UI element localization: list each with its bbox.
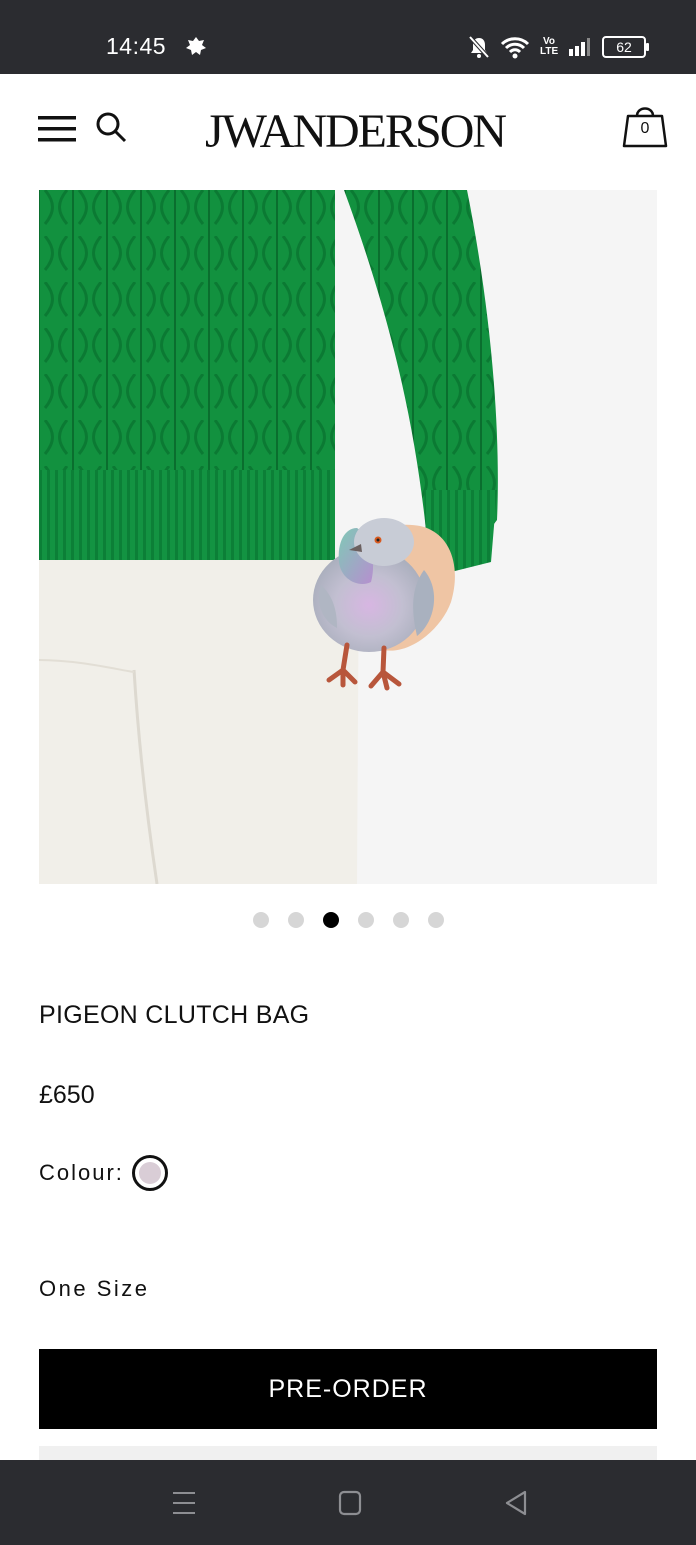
- carousel-dot[interactable]: [287, 912, 304, 928]
- product-name: PIGEON CLUTCH BAG: [39, 1001, 310, 1029]
- menu-icon[interactable]: [38, 114, 78, 144]
- notification-icon: [186, 37, 206, 55]
- carousel-dots: [0, 912, 696, 928]
- site-header: JWANDERSON 0: [0, 74, 696, 190]
- network-type: Vo LTE: [540, 36, 559, 57]
- carousel-dot[interactable]: [252, 912, 269, 928]
- signal-icon: [569, 38, 590, 56]
- product-image[interactable]: [39, 190, 657, 884]
- pre-order-button[interactable]: PRE-ORDER: [39, 1349, 657, 1429]
- mute-icon: [468, 35, 490, 59]
- status-bar: 14:45 Vo LTE 62: [0, 0, 696, 74]
- carousel-dot-active[interactable]: [322, 912, 339, 928]
- battery-icon: 62: [602, 36, 649, 58]
- next-section-strip: [39, 1446, 657, 1460]
- recent-apps-icon[interactable]: [169, 1488, 199, 1518]
- home-icon[interactable]: [335, 1488, 365, 1518]
- status-icons: Vo LTE 62: [468, 33, 649, 61]
- cart-count: 0: [640, 120, 650, 137]
- colour-swatch-fill: [138, 1162, 161, 1184]
- carousel-dot[interactable]: [392, 912, 409, 928]
- carousel-dot[interactable]: [427, 912, 444, 928]
- system-nav-bar: [0, 1460, 696, 1545]
- brand-logo[interactable]: JWANDERSON: [205, 104, 507, 159]
- wifi-icon: [500, 37, 530, 59]
- carousel-dot[interactable]: [357, 912, 374, 928]
- search-icon[interactable]: [94, 110, 128, 144]
- colour-label: Colour:: [39, 1160, 124, 1185]
- product-price: £650: [39, 1081, 95, 1109]
- product-photo: [39, 190, 657, 884]
- colour-swatch[interactable]: [131, 1155, 168, 1191]
- status-time: 14:45: [106, 33, 167, 59]
- size-option[interactable]: One Size: [39, 1276, 150, 1302]
- colour-selector: Colour:: [39, 1155, 168, 1191]
- back-icon[interactable]: [502, 1488, 532, 1518]
